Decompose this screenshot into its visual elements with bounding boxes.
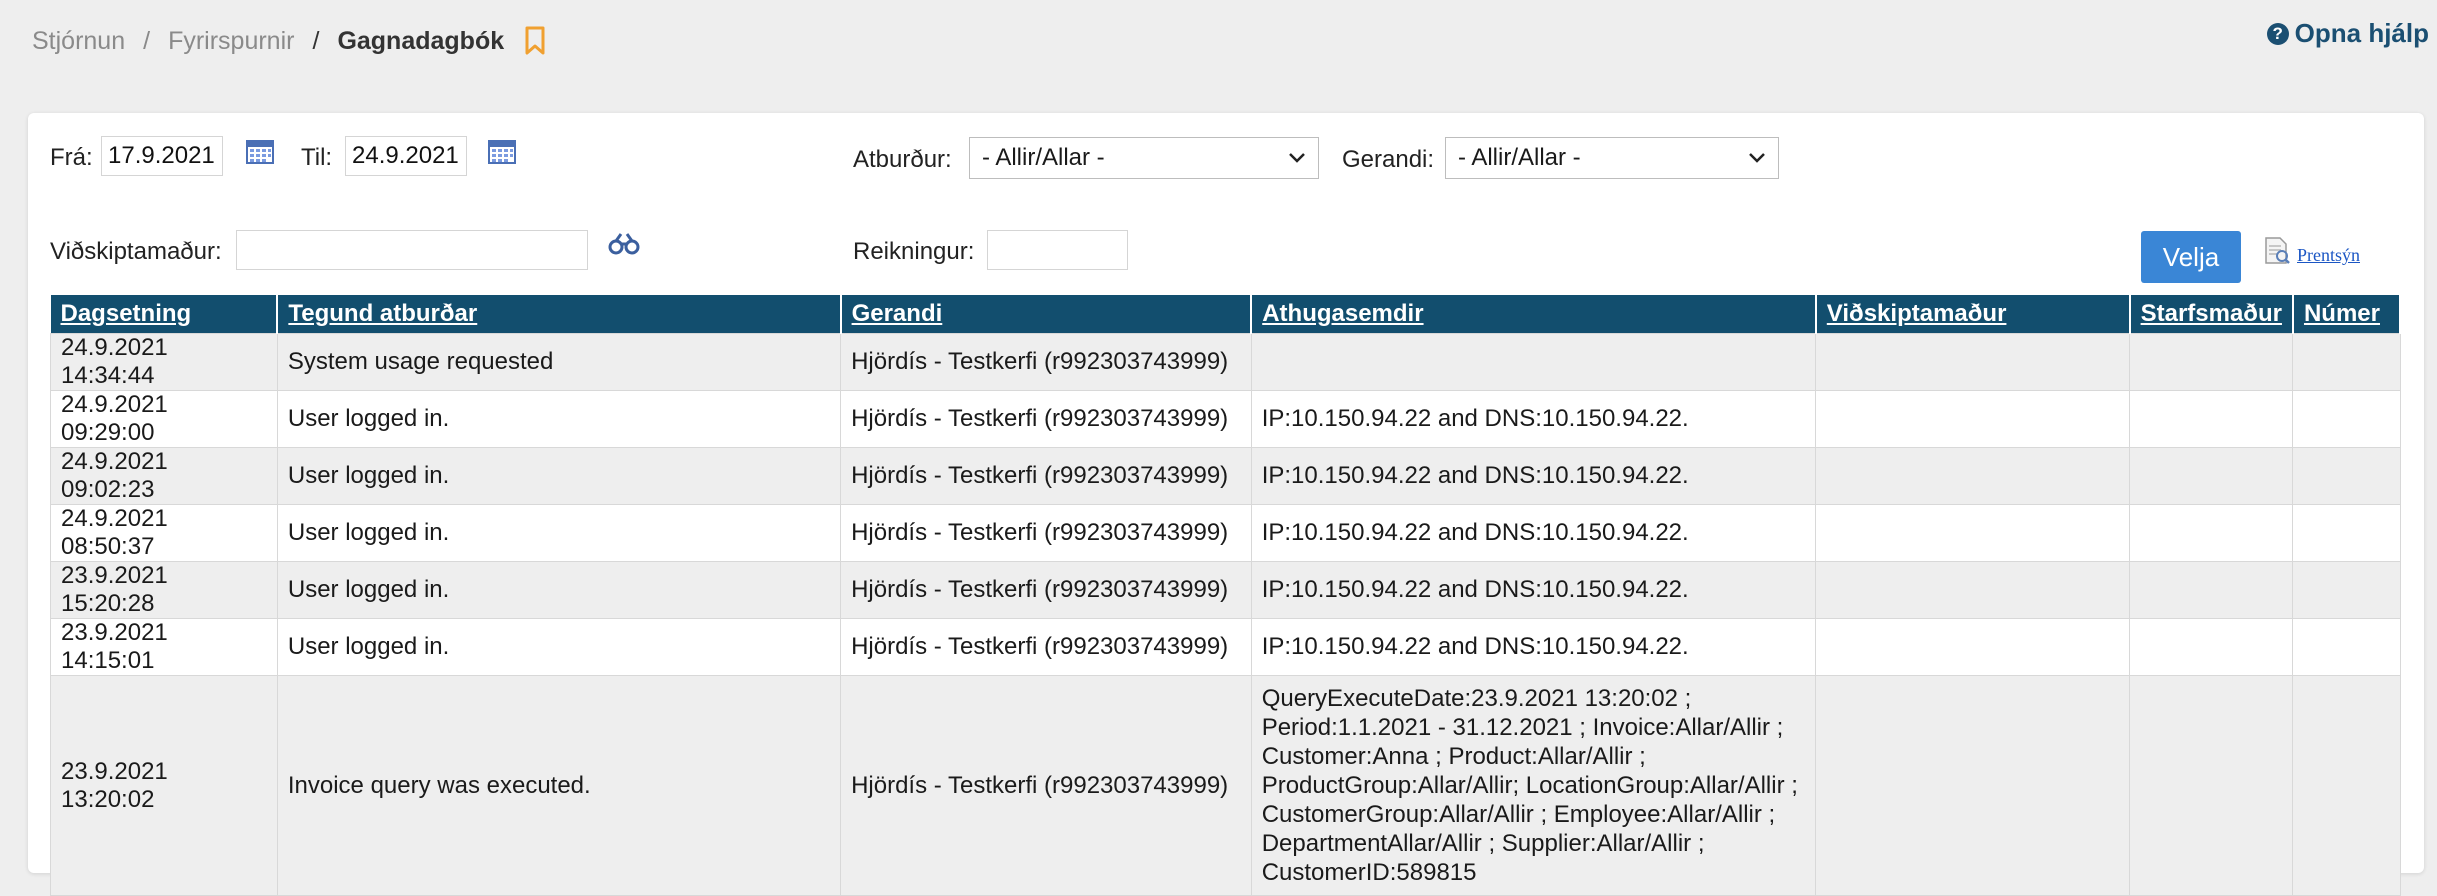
to-date-input[interactable] (345, 136, 467, 176)
cell-actor: Hjördís - Testkerfi (r992303743999) (840, 447, 1252, 505)
cell-actor: Hjördís - Testkerfi (r992303743999) (840, 561, 1252, 619)
column-header-actor[interactable]: Gerandi (840, 295, 1253, 334)
cell-customer (1815, 333, 2131, 391)
cell-customer (1815, 618, 2131, 676)
cell-employee (2129, 333, 2294, 391)
page-title: Gagnadagbók (337, 26, 505, 55)
cell-employee (2129, 390, 2294, 448)
table-header-row: Dagsetning Tegund atburðar Gerandi Athug… (50, 295, 2402, 334)
cell-date: 24.9.2021 09:02:23 (50, 447, 278, 505)
cell-number (2292, 447, 2401, 505)
print-preview-icon (2265, 237, 2290, 264)
column-header-event-type[interactable]: Tegund atburðar (277, 295, 842, 334)
cell-event-type: User logged in. (276, 447, 842, 505)
column-header-number[interactable]: Númer (2292, 295, 2402, 334)
question-icon: ? (2266, 22, 2289, 45)
help-label: Opna hjálp (2294, 18, 2429, 48)
column-header-date[interactable]: Dagsetning (50, 295, 279, 334)
log-table: Dagsetning Tegund atburðar Gerandi Athug… (50, 295, 2402, 896)
cell-actor: Hjördís - Testkerfi (r992303743999) (840, 675, 1252, 896)
cell-employee (2129, 675, 2294, 896)
cell-number (2292, 675, 2401, 896)
cell-comments: QueryExecuteDate:23.9.2021 13:20:02 ; Pe… (1250, 675, 1817, 896)
cell-date: 23.9.2021 14:15:01 (50, 618, 278, 676)
breadcrumb-separator: / (143, 26, 151, 55)
print-preview[interactable]: Prentsýn (2263, 236, 2360, 266)
to-label: Til: (301, 144, 333, 171)
invoice-label: Reikningur: (853, 238, 975, 265)
from-label: Frá: (50, 144, 93, 171)
table-row: 23.9.2021 13:20:02 Invoice query was exe… (50, 675, 2401, 896)
calendar-icon[interactable] (246, 138, 274, 164)
table-row: 24.9.2021 08:50:37 User logged in. Hjörd… (50, 504, 2401, 562)
cell-employee (2129, 561, 2294, 619)
customer-input[interactable] (236, 230, 588, 270)
from-date-input[interactable] (101, 136, 223, 176)
bookmark-icon[interactable] (524, 26, 546, 56)
cell-event-type: System usage requested (276, 333, 842, 391)
cell-number (2292, 390, 2401, 448)
actor-select-value: - Allir/Allar - (1458, 144, 1581, 171)
customer-label: Viðskiptamaður: (50, 238, 222, 265)
cell-date: 24.9.2021 14:34:44 (50, 333, 278, 391)
table-row: 24.9.2021 09:29:00 User logged in. Hjörd… (50, 390, 2401, 448)
cell-event-type: User logged in. (276, 618, 842, 676)
cell-date: 24.9.2021 09:29:00 (50, 390, 278, 448)
event-select-value: - Allir/Allar - (982, 144, 1105, 171)
top-bar: Stjórnun / Fyrirspurnir / Gagnadagbók ? … (0, 0, 2437, 100)
cell-number (2292, 561, 2401, 619)
breadcrumb-item-fyrirspurnir[interactable]: Fyrirspurnir (168, 27, 294, 56)
cell-number (2292, 504, 2401, 562)
cell-employee (2129, 504, 2294, 562)
cell-comments: IP:10.150.94.22 and DNS:10.150.94.22. (1250, 390, 1817, 448)
print-preview-link[interactable]: Prentsýn (2297, 245, 2360, 266)
cell-actor: Hjördís - Testkerfi (r992303743999) (840, 618, 1252, 676)
cell-employee (2129, 618, 2294, 676)
breadcrumb-item-stjornun[interactable]: Stjórnun (32, 27, 125, 56)
cell-comments: IP:10.150.94.22 and DNS:10.150.94.22. (1250, 561, 1817, 619)
cell-comments: IP:10.150.94.22 and DNS:10.150.94.22. (1250, 618, 1817, 676)
cell-customer (1815, 504, 2131, 562)
actor-label: Gerandi: (1342, 146, 1435, 173)
cell-customer (1815, 561, 2131, 619)
calendar-icon[interactable] (488, 138, 516, 164)
select-button[interactable]: Velja (2141, 231, 2241, 283)
cell-date: 24.9.2021 08:50:37 (50, 504, 278, 562)
cell-event-type: User logged in. (276, 504, 842, 562)
cell-employee (2129, 447, 2294, 505)
event-label: Atburður: (853, 146, 952, 173)
event-select[interactable]: - Allir/Allar - (969, 137, 1319, 179)
chevron-down-icon (1289, 153, 1305, 163)
cell-actor: Hjördís - Testkerfi (r992303743999) (840, 504, 1252, 562)
cell-customer (1815, 675, 2131, 896)
cell-event-type: User logged in. (276, 561, 842, 619)
binoculars-icon[interactable] (608, 232, 640, 256)
cell-number (2292, 333, 2401, 391)
cell-comments: IP:10.150.94.22 and DNS:10.150.94.22. (1250, 504, 1817, 562)
cell-date: 23.9.2021 15:20:28 (50, 561, 278, 619)
actor-select[interactable]: - Allir/Allar - (1445, 137, 1779, 179)
table-row: 23.9.2021 15:20:28 User logged in. Hjörd… (50, 561, 2401, 619)
cell-actor: Hjördís - Testkerfi (r992303743999) (840, 333, 1252, 391)
column-header-customer[interactable]: Viðskiptamaður (1815, 295, 2131, 334)
table-row: 23.9.2021 14:15:01 User logged in. Hjörd… (50, 618, 2401, 676)
column-header-comments[interactable]: Athugasemdir (1251, 295, 1817, 334)
cell-actor: Hjördís - Testkerfi (r992303743999) (840, 390, 1252, 448)
breadcrumb-separator: / (312, 26, 320, 55)
cell-customer (1815, 390, 2131, 448)
cell-customer (1815, 447, 2131, 505)
cell-comments (1250, 333, 1817, 391)
cell-number (2292, 618, 2401, 676)
breadcrumb: Stjórnun / Fyrirspurnir / Gagnadagbók (32, 26, 546, 56)
cell-event-type: Invoice query was executed. (276, 675, 842, 896)
invoice-input[interactable] (987, 230, 1128, 270)
cell-comments: IP:10.150.94.22 and DNS:10.150.94.22. (1250, 447, 1817, 505)
table-row: 24.9.2021 09:02:23 User logged in. Hjörd… (50, 447, 2401, 505)
column-header-employee[interactable]: Starfsmaður (2129, 295, 2294, 334)
table-row: 24.9.2021 14:34:44 System usage requeste… (50, 333, 2401, 391)
cell-event-type: User logged in. (276, 390, 842, 448)
chevron-down-icon (1749, 153, 1765, 163)
cell-date: 23.9.2021 13:20:02 (50, 675, 278, 896)
help-link[interactable]: ? Opna hjálp (2266, 18, 2429, 49)
